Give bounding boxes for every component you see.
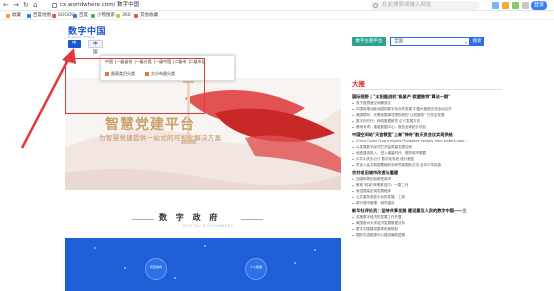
nav-tab-map[interactable]: 中国地图	[68, 40, 81, 70]
annotation-highlight-box	[65, 58, 205, 114]
url-field[interactable]: cx.worldwhere.com/ 数字中国	[50, 1, 310, 10]
bookmark-bar: 收藏 百度地图 SOGOU 百度 小熊搜索 360 其他收藏	[0, 11, 554, 20]
chevron-down-icon: ▾	[464, 40, 467, 45]
website: 数字中国 DIGITAL CHINA 中国地图 中国 数字主题平台 全国 ▾ 搜…	[0, 20, 554, 291]
bookmark-item[interactable]: 其他收藏	[134, 11, 158, 20]
banner-subtitle: 为智慧党建提供一站式的可视化解决方案	[99, 134, 222, 142]
news-list: 国际视野 | "太阳据战机"极紧产 欧盟推特"算法一期" 双子座表面空间解放区 中国…	[352, 92, 502, 238]
section-divider	[241, 219, 263, 220]
address-bar: ← → ↻ ⌂ cx.worldwhere.com/ 数字中国 在此搜索或输入网…	[0, 0, 554, 11]
bookmark-item[interactable]: 360	[116, 11, 131, 20]
news-headline[interactable]: 国际视野 | "太阳据战机"极紧产 欧盟推特"算法一期"	[352, 93, 502, 100]
bookmark-item[interactable]: 收藏	[6, 11, 21, 20]
news-divider	[352, 89, 502, 90]
forward-icon[interactable]: →	[13, 1, 19, 10]
bookmark-item[interactable]: 百度地图	[27, 11, 51, 20]
menu-icon[interactable]	[522, 2, 529, 9]
news-column: 大报 国际视野 | "太阳据战机"极紧产 欧盟推特"算法一期" 双子座表面空间解放…	[352, 78, 502, 291]
government-panel: 智慧城市 个人数据	[65, 238, 341, 291]
extension-icon[interactable]	[492, 2, 499, 9]
browser-search-placeholder: 在此搜索或输入网址	[382, 2, 432, 8]
download-icon[interactable]	[512, 2, 519, 9]
personal-data-label: 个人数据	[249, 265, 262, 269]
section-subtitle: DIGITAL GOVERNMENT	[183, 224, 234, 228]
browser-window: ← → ↻ ⌂ cx.worldwhere.com/ 数字中国 在此搜索或输入网…	[0, 0, 554, 291]
section-divider	[132, 219, 154, 220]
section-title: 数 字 政 府	[159, 213, 221, 222]
bookmark-item[interactable]: 百度	[73, 11, 88, 20]
site-search-value: 全国	[394, 39, 403, 44]
lock-icon	[52, 3, 57, 8]
news-headline[interactable]: 农村老旧城市改造与重建	[352, 169, 502, 176]
site-search-bar: 数字主题平台 全国 ▾ 搜索	[352, 37, 484, 46]
news-headline[interactable]: 新华社评论员：坚持共享发展 建设惠及人民的数字中国——三	[352, 207, 502, 214]
panel-background	[94, 245, 316, 279]
smart-city-label: 智慧城市	[149, 265, 162, 269]
news-heading: 大报	[352, 80, 365, 88]
news-headline[interactable]: 中国空间站"天宫教室"上新"神舟"航天员会议实现供给	[352, 131, 502, 138]
home-icon[interactable]: ⌂	[33, 1, 37, 10]
site-search-button[interactable]: 搜索	[470, 37, 484, 46]
news-item[interactable]: 李克人民共和国基础科学研究和国际交流 合作中华民族	[352, 162, 502, 168]
refresh-icon[interactable]: ↻	[23, 1, 29, 10]
browser-search-input[interactable]: 在此搜索或输入网址	[370, 1, 480, 10]
back-icon[interactable]: ←	[3, 1, 9, 10]
search-icon	[373, 3, 378, 8]
favorites-icon[interactable]	[502, 2, 509, 9]
news-item[interactable]: 新兴城市管理：城市建设	[352, 200, 502, 206]
bookmark-item[interactable]: 小熊搜索	[91, 11, 115, 20]
nav-tab-china[interactable]: 中国	[88, 40, 103, 55]
url-text: cx.worldwhere.com/ 数字中国	[60, 2, 140, 8]
site-logo-subtitle: DIGITAL CHINA	[68, 35, 95, 39]
banner-title: 智慧党建平台	[105, 117, 195, 133]
personal-data-icon[interactable]	[245, 258, 267, 280]
digital-theme-button[interactable]: 数字主题平台	[352, 37, 386, 46]
smart-city-icon[interactable]	[145, 258, 167, 280]
news-item[interactable]: 基地专项：重组数据中心：报告全球统计项目	[352, 124, 502, 130]
site-search-input[interactable]: 全国 ▾	[390, 37, 470, 46]
bookmark-item[interactable]: SOGOU	[52, 11, 75, 20]
login-button[interactable]: 登录	[531, 1, 548, 10]
news-item[interactable]: 国际先进能源中心建设最新进展	[352, 232, 502, 238]
